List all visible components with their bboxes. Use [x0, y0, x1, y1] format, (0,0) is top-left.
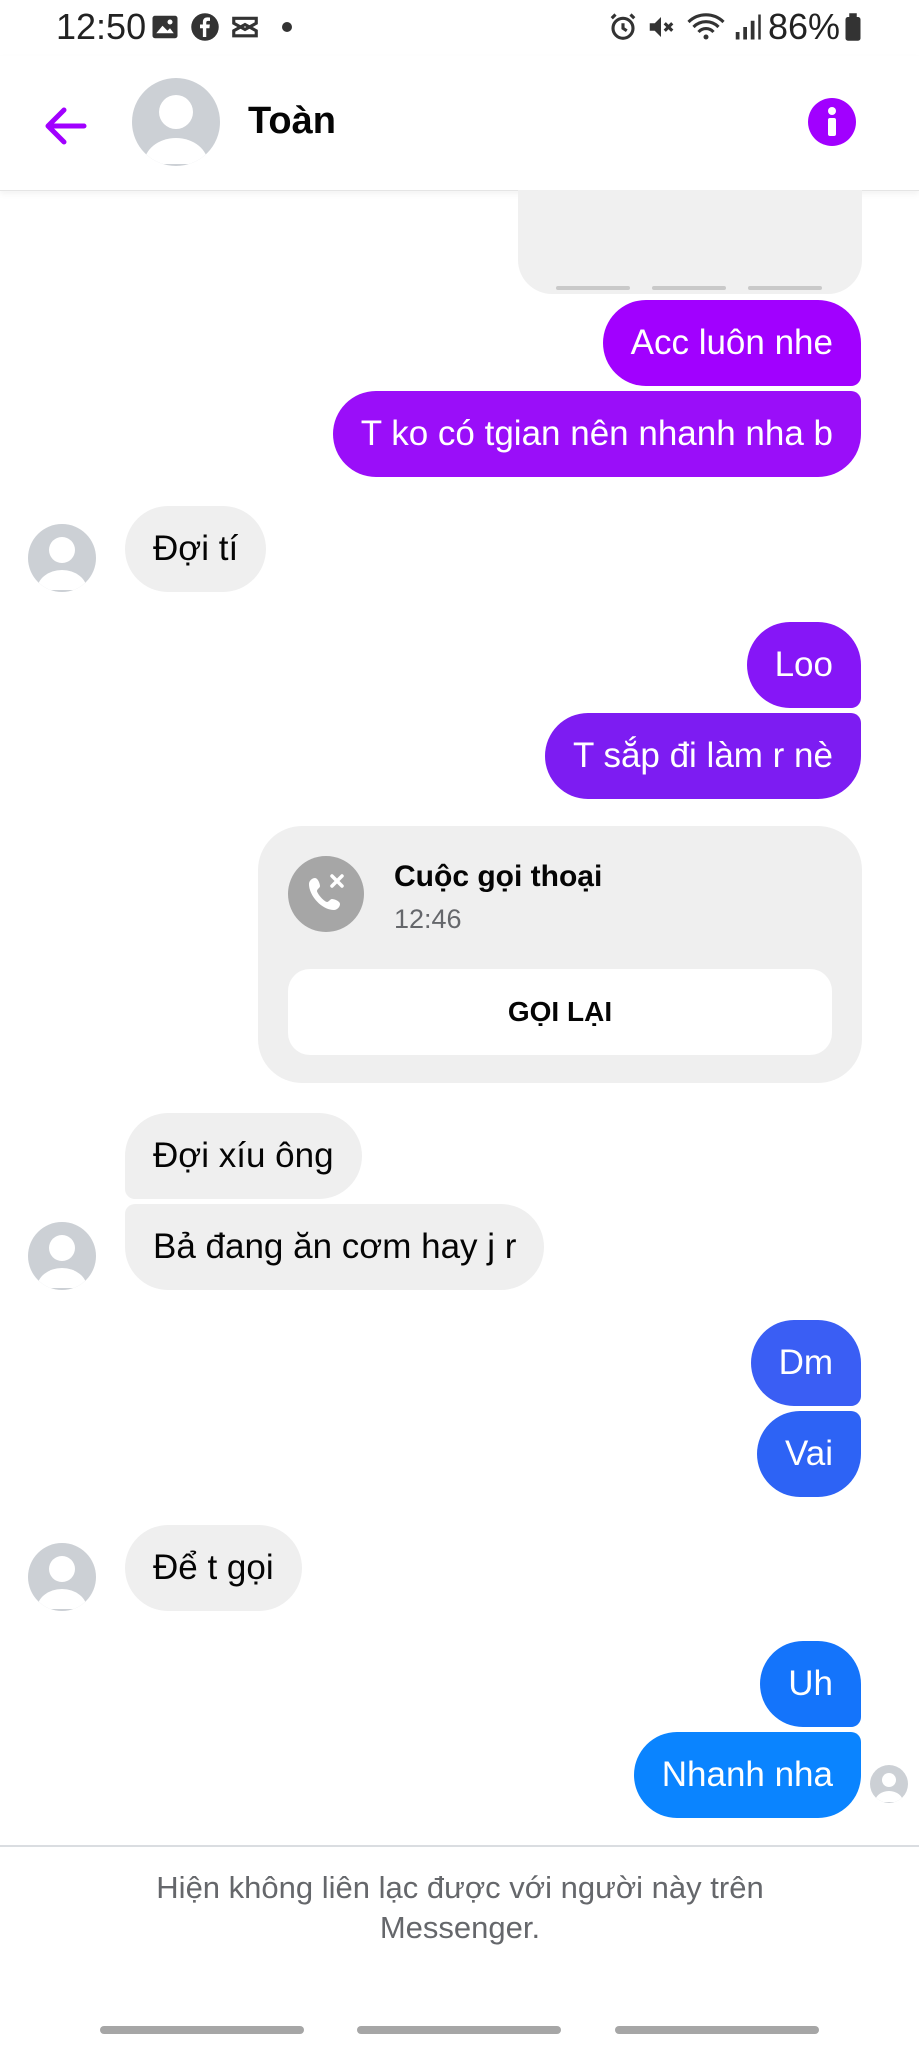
alarm-icon	[610, 13, 636, 40]
outgoing-message[interactable]: Uh	[760, 1641, 861, 1727]
mute-icon	[649, 17, 674, 37]
facebook-icon	[191, 13, 219, 41]
nav-bar-segment	[357, 2026, 561, 2034]
arrow-left-icon	[45, 107, 87, 145]
dot-icon	[282, 22, 292, 32]
contact-name[interactable]: Toàn	[248, 100, 336, 143]
card-divider	[652, 286, 726, 290]
info-icon	[828, 107, 836, 136]
battery-icon	[845, 13, 861, 41]
shared-card-partial[interactable]	[518, 190, 862, 294]
call-time: 12:46	[394, 904, 462, 934]
sender-avatar[interactable]	[28, 1543, 96, 1611]
unavailable-notice: Hiện không liên lạc được với người này t…	[156, 1870, 764, 1945]
nav-bar-segment	[615, 2026, 819, 2034]
card-divider	[748, 286, 822, 290]
outgoing-message[interactable]: T ko có tgian nên nhanh nha b	[332, 391, 861, 477]
card-divider	[556, 286, 630, 290]
call-back-button[interactable]: GỌI LẠI	[288, 969, 832, 1055]
battery-percentage: 86%	[768, 6, 841, 47]
capcut-icon	[232, 16, 258, 38]
outgoing-message[interactable]: Loo	[746, 622, 861, 708]
missed-call-icon	[288, 856, 364, 932]
image-icon	[152, 15, 178, 39]
outgoing-message[interactable]: Nhanh nha	[633, 1732, 861, 1818]
incoming-message[interactable]: Để t gọi	[125, 1525, 302, 1611]
back-button[interactable]	[38, 98, 94, 154]
footer-divider	[0, 1845, 919, 1847]
signal-icon	[735, 14, 761, 40]
outgoing-message[interactable]: Acc luôn nhe	[602, 300, 861, 386]
voice-call-card: Cuộc gọi thoại 12:46 GỌI LẠI	[258, 826, 862, 1083]
incoming-message[interactable]: Đợi tí	[125, 506, 267, 592]
nav-bar-segment	[100, 2026, 304, 2034]
info-button[interactable]	[808, 98, 856, 146]
outgoing-message[interactable]: Vai	[757, 1411, 861, 1497]
contact-avatar[interactable]	[132, 78, 220, 166]
sender-avatar[interactable]	[28, 524, 96, 592]
call-title: Cuộc gọi thoại	[394, 860, 603, 893]
incoming-message[interactable]: Bả đang ăn cơm hay j r	[125, 1204, 545, 1290]
sender-avatar[interactable]	[28, 1222, 96, 1290]
status-time: 12:50	[56, 6, 147, 47]
incoming-message[interactable]: Đợi xíu ông	[125, 1113, 362, 1199]
chat-header: Toàn	[0, 56, 919, 191]
outgoing-message[interactable]: Dm	[750, 1320, 861, 1406]
seen-indicator-avatar	[870, 1765, 908, 1803]
wifi-icon	[687, 13, 725, 40]
status-bar: 12:50 86%	[0, 0, 919, 56]
outgoing-message[interactable]: T sắp đi làm r nè	[544, 713, 861, 799]
